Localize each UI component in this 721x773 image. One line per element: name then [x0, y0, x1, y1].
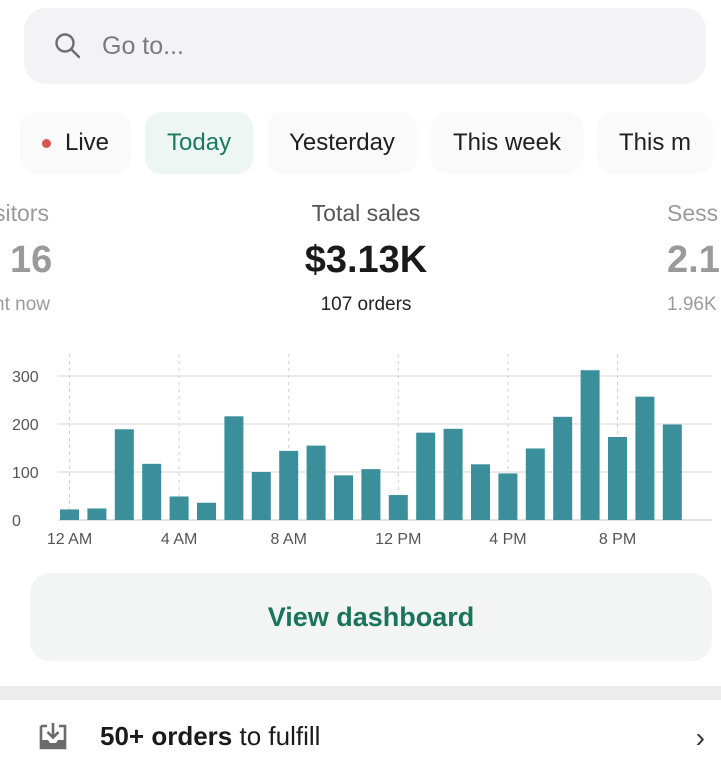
metric-value: 2.1 [667, 239, 720, 281]
tab-label: Live [65, 129, 110, 156]
tab-this-week[interactable]: This week [430, 112, 583, 174]
chart-bar[interactable] [169, 496, 189, 520]
task-rest: to fulfill [232, 721, 321, 751]
chart-bar[interactable] [279, 450, 299, 520]
metric-label: Total sales [311, 200, 421, 226]
x-tick-label: 4 PM [489, 531, 526, 548]
chart-bar[interactable] [498, 473, 518, 520]
x-tick-label: 12 AM [47, 531, 92, 548]
chart-bar[interactable] [471, 464, 490, 520]
chart-bar[interactable] [662, 424, 682, 520]
task-text: 50+ orders to fulfill [100, 721, 320, 752]
chart-bar[interactable] [306, 445, 326, 520]
inbox-download-icon [39, 722, 67, 749]
chart-bar[interactable] [334, 475, 353, 520]
y-tick-label: 100 [12, 465, 39, 482]
x-tick-label: 4 AM [161, 531, 197, 548]
metrics-carousel[interactable]: sitors 16 ht now Total sales $3.13K 107 … [0, 200, 721, 330]
metric-label: sitors [0, 200, 49, 226]
x-tick-label: 8 PM [599, 531, 636, 548]
chart-bar[interactable] [635, 396, 655, 520]
live-dot-icon [42, 138, 51, 148]
chart-bar[interactable] [87, 508, 107, 520]
section-divider [0, 686, 721, 700]
tab-today[interactable]: Today [145, 112, 254, 174]
chart-bar[interactable] [388, 495, 408, 520]
metric-visitors[interactable]: sitors 16 ht now [0, 200, 74, 316]
metric-sub: 1.96K [667, 294, 717, 315]
chart-bar[interactable] [251, 472, 271, 520]
metric-sub: ht now [0, 294, 50, 315]
y-tick-label: 0 [12, 513, 21, 530]
tab-label: Today [167, 129, 232, 156]
chart-bar[interactable] [142, 463, 162, 520]
chart-bar[interactable] [580, 370, 600, 520]
task-count: 50+ orders [100, 721, 233, 751]
search-placeholder: Go to... [102, 31, 184, 60]
metric-value: 16 [10, 239, 53, 281]
chart-bar[interactable] [443, 428, 463, 520]
chart-bar[interactable] [60, 509, 79, 520]
x-tick-label: 8 AM [270, 531, 306, 548]
metric-value: $3.13K [304, 239, 428, 281]
metric-sessions[interactable]: Sess 2.1 1.96K [667, 200, 721, 316]
chart-bar[interactable] [197, 502, 216, 520]
date-range-tabs: Live Today Yesterday This week This m [20, 112, 713, 176]
chart-bar[interactable] [114, 429, 134, 520]
chart-bar[interactable] [525, 448, 545, 520]
view-dashboard-button[interactable]: View dashboard [30, 573, 712, 661]
tab-label: Yesterday [289, 129, 395, 156]
orders-to-fulfill-row[interactable]: 50+ orders to fulfill › [0, 700, 721, 773]
y-tick-label: 200 [12, 417, 39, 434]
tab-label: This week [452, 129, 561, 156]
metric-total-sales[interactable]: Total sales $3.13K 107 orders [246, 200, 486, 316]
y-tick-label: 300 [12, 369, 39, 386]
tab-this-month[interactable]: This m [596, 112, 713, 174]
sales-bar-chart[interactable]: 0 100 200 300 12 AM 4 AM 8 AM 12 PM 4 PM 8 PM [0, 350, 721, 555]
chart-bar[interactable] [416, 432, 436, 520]
tab-label: This m [618, 129, 691, 156]
chart-bar[interactable] [553, 416, 573, 520]
search-icon [55, 33, 81, 59]
metric-sub: 107 orders [320, 294, 412, 315]
chart-bar[interactable] [224, 416, 244, 520]
tab-yesterday[interactable]: Yesterday [267, 112, 417, 174]
x-tick-label: 12 PM [375, 531, 421, 548]
chart-bar[interactable] [361, 469, 381, 520]
search-bar[interactable]: Go to... [24, 8, 706, 84]
chevron-right-icon: › [695, 722, 705, 753]
tab-live[interactable]: Live [20, 112, 132, 174]
metric-label: Sess [667, 200, 719, 226]
chart-bar[interactable] [608, 436, 627, 520]
